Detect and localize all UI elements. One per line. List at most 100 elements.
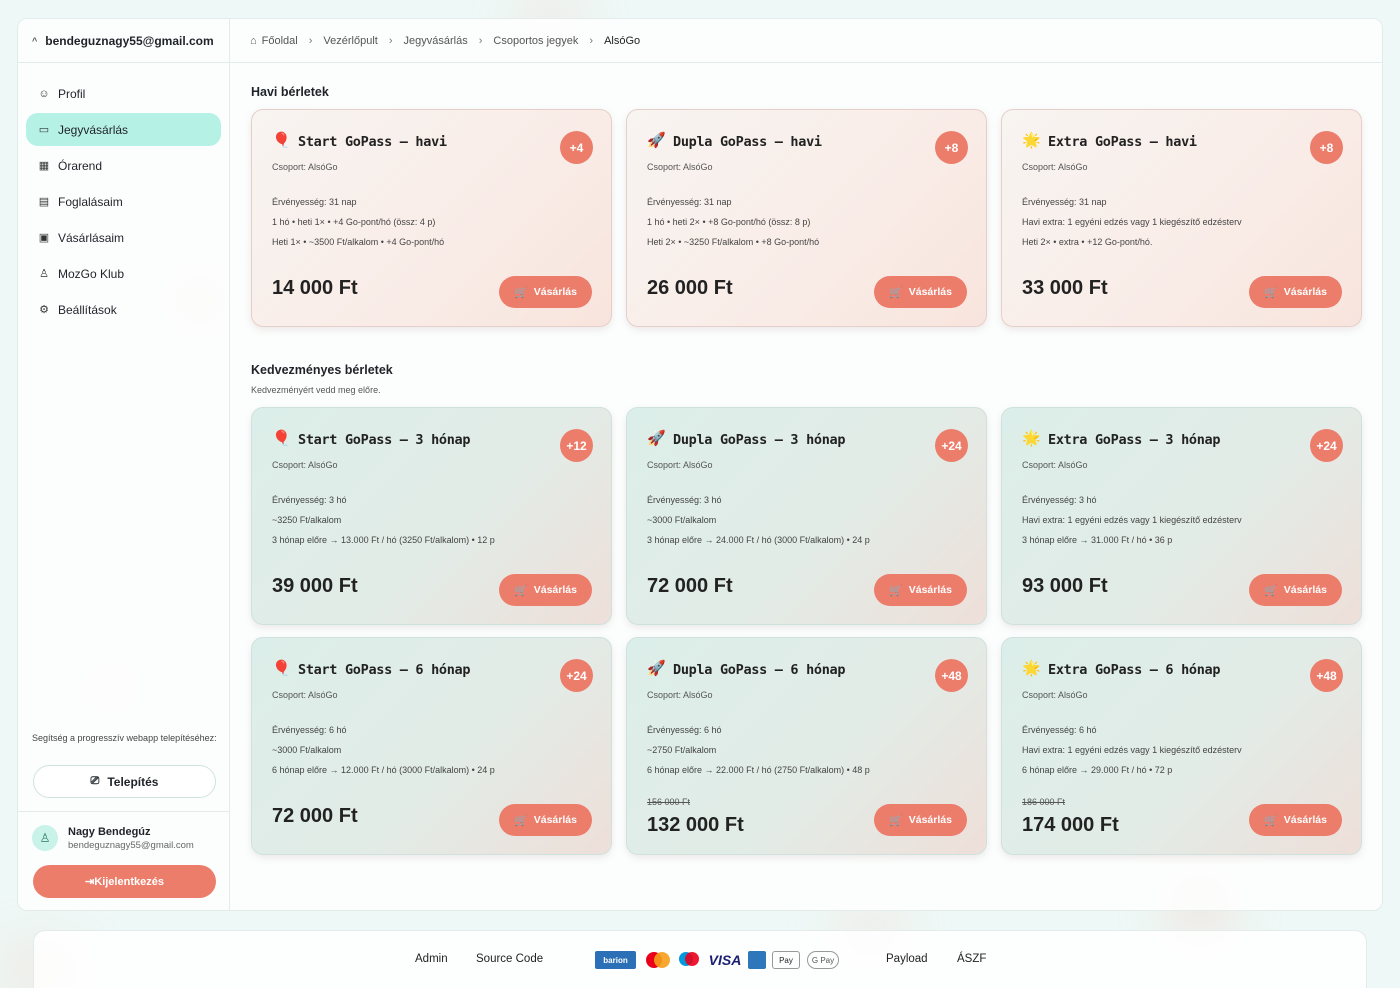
- pass-detail: Érvényesség: 31 nap: [1022, 197, 1107, 207]
- buy-button[interactable]: 🛒 Vásárlás: [1249, 804, 1342, 836]
- points-badge: +24: [1310, 429, 1343, 462]
- purchases-icon: ▣: [38, 232, 50, 244]
- footer-link-source-code[interactable]: Source Code: [476, 953, 543, 965]
- buy-label: Vásárlás: [908, 584, 952, 596]
- account-switcher[interactable]: ^ bendeguznagy55@gmail.com: [18, 19, 229, 63]
- buy-button[interactable]: 🛒 Vásárlás: [874, 574, 967, 606]
- monitor-icon: ⎚: [90, 775, 100, 787]
- pass-detail: 6 hónap előre → 29.000 Ft / hó • 72 p: [1022, 765, 1173, 775]
- mastercard-logo: [644, 951, 672, 969]
- pass-title: Start GoPass – 6 hónap: [298, 662, 471, 678]
- sidebar-item-label: Jegyvásárlás: [58, 122, 129, 137]
- pass-emoji-icon: 🎈: [272, 430, 291, 447]
- pass-detail: Érvényesség: 6 hó: [647, 725, 722, 735]
- buy-label: Vásárlás: [533, 584, 577, 596]
- pass-card: 🌟 Extra GoPass – 3 hónap +24 Csoport: AlsóG…: [1001, 407, 1362, 625]
- breadcrumb: ⌂ Főoldal › Vezérlőpult › Jegyvásárlás › Csopor…: [230, 19, 1382, 63]
- pass-detail: Érvényesség: 3 hó: [1022, 495, 1097, 505]
- pass-price: 174 000 Ft: [1022, 814, 1119, 836]
- footer-link-admin[interactable]: Admin: [415, 953, 448, 965]
- breadcrumb-link[interactable]: Jegyvásárlás: [404, 35, 468, 47]
- pass-emoji-icon: 🚀: [647, 660, 666, 677]
- pass-detail: Heti 1× • ~3500 Ft/alkalom • +4 Go-pont/…: [272, 237, 445, 247]
- pass-detail: 1 hó • heti 1× • +4 Go-pont/hó (össz: 4 …: [272, 217, 436, 227]
- cart-icon: 🛒: [514, 584, 528, 597]
- pass-title: Dupla GoPass – havi: [673, 134, 822, 150]
- pass-title: Extra GoPass – 6 hónap: [1048, 662, 1221, 678]
- pass-price: 72 000 Ft: [272, 805, 358, 827]
- points-badge: +48: [1310, 659, 1343, 692]
- sidebar-nav: ☺ Profil ▭ Jegyvásárlás ▦ Órarend ▤ Foglalásaim…: [18, 63, 229, 343]
- sidebar-item-beállítások[interactable]: ⚙ Beállítások: [26, 293, 221, 326]
- logout-button[interactable]: ⇥ Kijelentkezés: [33, 865, 216, 898]
- pass-price: 72 000 Ft: [647, 575, 733, 597]
- points-badge: +48: [935, 659, 968, 692]
- breadcrumb-link[interactable]: Vezérlőpult: [323, 35, 377, 47]
- pass-emoji-icon: 🚀: [647, 430, 666, 447]
- pass-card: 🎈 Start GoPass – 6 hónap +24 Csoport: AlsóG…: [251, 637, 612, 855]
- chevron-up-icon: ^: [32, 35, 38, 46]
- pass-detail: 1 hó • heti 2× • +8 Go-pont/hó (össz: 8 …: [647, 217, 811, 227]
- user-name: Nagy Bendegúz: [68, 825, 151, 838]
- buy-button[interactable]: 🛒 Vásárlás: [874, 804, 967, 836]
- breadcrumb-link[interactable]: Csoportos jegyek: [493, 35, 578, 47]
- buy-label: Vásárlás: [908, 286, 952, 298]
- buy-button[interactable]: 🛒 Vásárlás: [1249, 276, 1342, 308]
- cart-icon: 🛒: [889, 286, 903, 299]
- buy-button[interactable]: 🛒 Vásárlás: [499, 276, 592, 308]
- user-email: bendeguznagy55@gmail.com: [68, 839, 194, 851]
- pass-detail: 3 hónap előre → 31.000 Ft / hó • 36 p: [1022, 535, 1173, 545]
- breadcrumb-link[interactable]: Főoldal: [262, 35, 298, 47]
- buy-label: Vásárlás: [533, 814, 577, 826]
- sidebar-item-foglalásaim[interactable]: ▤ Foglalásaim: [26, 185, 221, 218]
- pass-detail: ~3250 Ft/alkalom: [272, 515, 342, 525]
- sidebar-item-jegyvásárlás[interactable]: ▭ Jegyvásárlás: [26, 113, 221, 146]
- pass-emoji-icon: 🌟: [1022, 430, 1041, 447]
- cart-icon: 🛒: [1264, 286, 1278, 299]
- sidebar-item-label: Vásárlásaim: [58, 230, 125, 245]
- sidebar-item-label: Órarend: [58, 158, 103, 173]
- sidebar-item-profil[interactable]: ☺ Profil: [26, 77, 221, 110]
- buy-button[interactable]: 🛒 Vásárlás: [1249, 574, 1342, 606]
- sidebar-item-mozgo-klub[interactable]: ♙ MozGo Klub: [26, 257, 221, 290]
- pass-group: Csoport: AlsóGo: [1022, 690, 1088, 700]
- pass-group: Csoport: AlsóGo: [1022, 162, 1088, 172]
- sidebar-item-label: Foglalásaim: [58, 194, 123, 209]
- home-icon: ⌂: [250, 34, 257, 47]
- pass-card: 🎈 Start GoPass – 3 hónap +12 Csoport: AlsóG…: [251, 407, 612, 625]
- points-badge: +24: [935, 429, 968, 462]
- pass-group: Csoport: AlsóGo: [647, 162, 713, 172]
- chevron-right-icon: ›: [388, 34, 393, 47]
- pass-card: 🚀 Dupla GoPass – havi +8 Csoport: AlsóGo Érv…: [626, 109, 987, 327]
- chevron-right-icon: ›: [589, 34, 594, 47]
- pass-group: Csoport: AlsóGo: [272, 162, 338, 172]
- main-content: ⌂ Főoldal › Vezérlőpult › Jegyvásárlás › Csopor…: [230, 19, 1382, 910]
- pass-card: 🌟 Extra GoPass – 6 hónap +48 Csoport: AlsóG…: [1001, 637, 1362, 855]
- footer-link-aszf[interactable]: ÁSZF: [957, 953, 986, 965]
- avatar: ♙: [32, 825, 58, 851]
- pass-card: 🎈 Start GoPass – havi +4 Csoport: AlsóGo Érv…: [251, 109, 612, 327]
- pass-price: 132 000 Ft: [647, 814, 744, 836]
- buy-button[interactable]: 🛒 Vásárlás: [499, 574, 592, 606]
- buy-button[interactable]: 🛒 Vásárlás: [499, 804, 592, 836]
- footer: Admin Source Code barion VISA Pay G Pay …: [33, 930, 1367, 988]
- sidebar-item-vásárlásaim[interactable]: ▣ Vásárlásaim: [26, 221, 221, 254]
- award-icon: ♙: [39, 268, 49, 280]
- pass-emoji-icon: 🚀: [647, 132, 666, 149]
- footer-link-payload[interactable]: Payload: [886, 953, 928, 965]
- pass-emoji-icon: 🌟: [1022, 132, 1041, 149]
- cart-icon: 🛒: [889, 814, 903, 827]
- sidebar-item-órarend[interactable]: ▦ Órarend: [26, 149, 221, 182]
- pass-detail: 6 hónap előre → 22.000 Ft / hó (2750 Ft/…: [647, 765, 870, 775]
- ticket-icon: ▭: [38, 124, 50, 136]
- pass-detail: Érvényesség: 6 hó: [1022, 725, 1097, 735]
- buy-button[interactable]: 🛒 Vásárlás: [874, 276, 967, 308]
- pass-detail: Érvényesség: 3 hó: [647, 495, 722, 505]
- pass-detail: Érvényesség: 3 hó: [272, 495, 347, 505]
- gear-icon: ⚙: [39, 304, 49, 316]
- install-button[interactable]: ⎚ Telepítés: [33, 765, 216, 798]
- section-title-discount: Kedvezményes bérletek: [251, 363, 393, 377]
- cart-icon: 🛒: [1264, 584, 1278, 597]
- pass-detail: Érvényesség: 31 nap: [272, 197, 357, 207]
- user-circle-icon: ☺: [38, 87, 50, 100]
